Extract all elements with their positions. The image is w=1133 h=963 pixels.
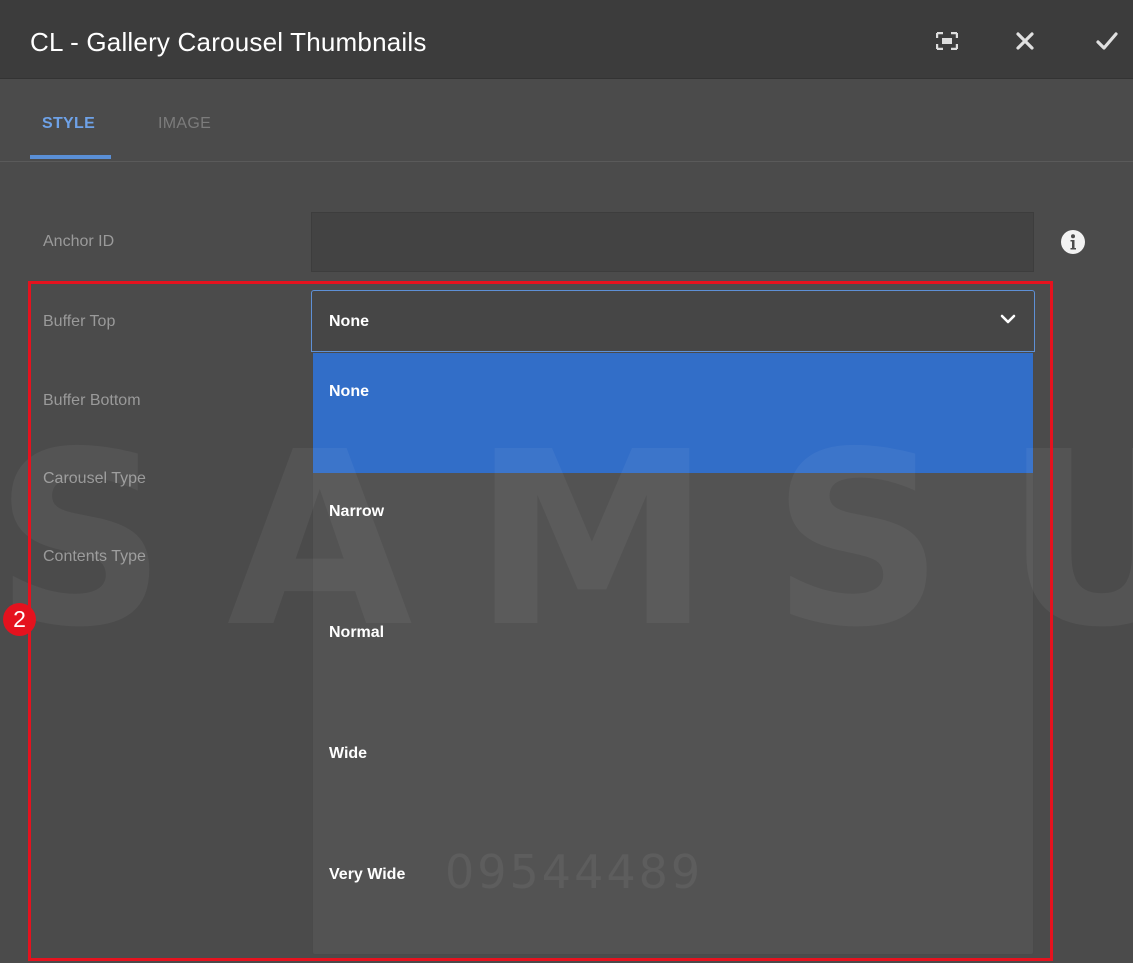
option-label: Wide [329,745,368,762]
close-button[interactable] [1008,24,1042,58]
buffer-top-value: None [329,313,369,330]
dropdown-option-narrow[interactable]: Narrow [313,473,1033,593]
dropdown-option-wide[interactable]: Wide [313,715,1033,835]
tab-style[interactable]: STYLE [42,115,95,133]
dropdown-option-very-wide[interactable]: Very Wide [313,836,1033,956]
info-icon[interactable] [1060,229,1086,255]
tab-image[interactable]: IMAGE [158,115,211,133]
dropdown-option-normal[interactable]: Normal [313,594,1033,714]
close-icon [1016,32,1034,50]
dropdown-option-none[interactable]: None [313,353,1033,473]
active-tab-indicator [30,155,111,159]
buffer-top-dropdown: None Narrow Normal Wide Very Wide [312,352,1034,955]
chevron-down-icon [1000,314,1016,324]
option-label: Narrow [329,503,385,520]
annotation-badge: 2 [3,603,36,636]
checkmark-icon [1096,32,1118,50]
anchor-id-label: Anchor ID [43,233,115,250]
fullscreen-icon [936,32,958,50]
dialog-titlebar: CL - Gallery Carousel Thumbnails [0,0,1133,79]
dialog: CL - Gallery Carousel Thumbnails STYLE I… [0,0,1133,963]
option-label: Very Wide [329,866,406,883]
carousel-type-label: Carousel Type [43,470,146,487]
option-label: None [329,383,369,400]
option-label: Normal [329,624,385,641]
buffer-top-select[interactable]: None [311,290,1035,352]
anchor-id-input[interactable] [311,212,1034,272]
contents-type-label: Contents Type [43,548,146,565]
buffer-top-label: Buffer Top [43,313,116,330]
buffer-bottom-label: Buffer Bottom [43,392,141,409]
done-button[interactable] [1090,24,1124,58]
fullscreen-button[interactable] [930,24,964,58]
tab-bar: STYLE IMAGE [0,79,1133,162]
dialog-title: CL - Gallery Carousel Thumbnails [30,27,427,57]
